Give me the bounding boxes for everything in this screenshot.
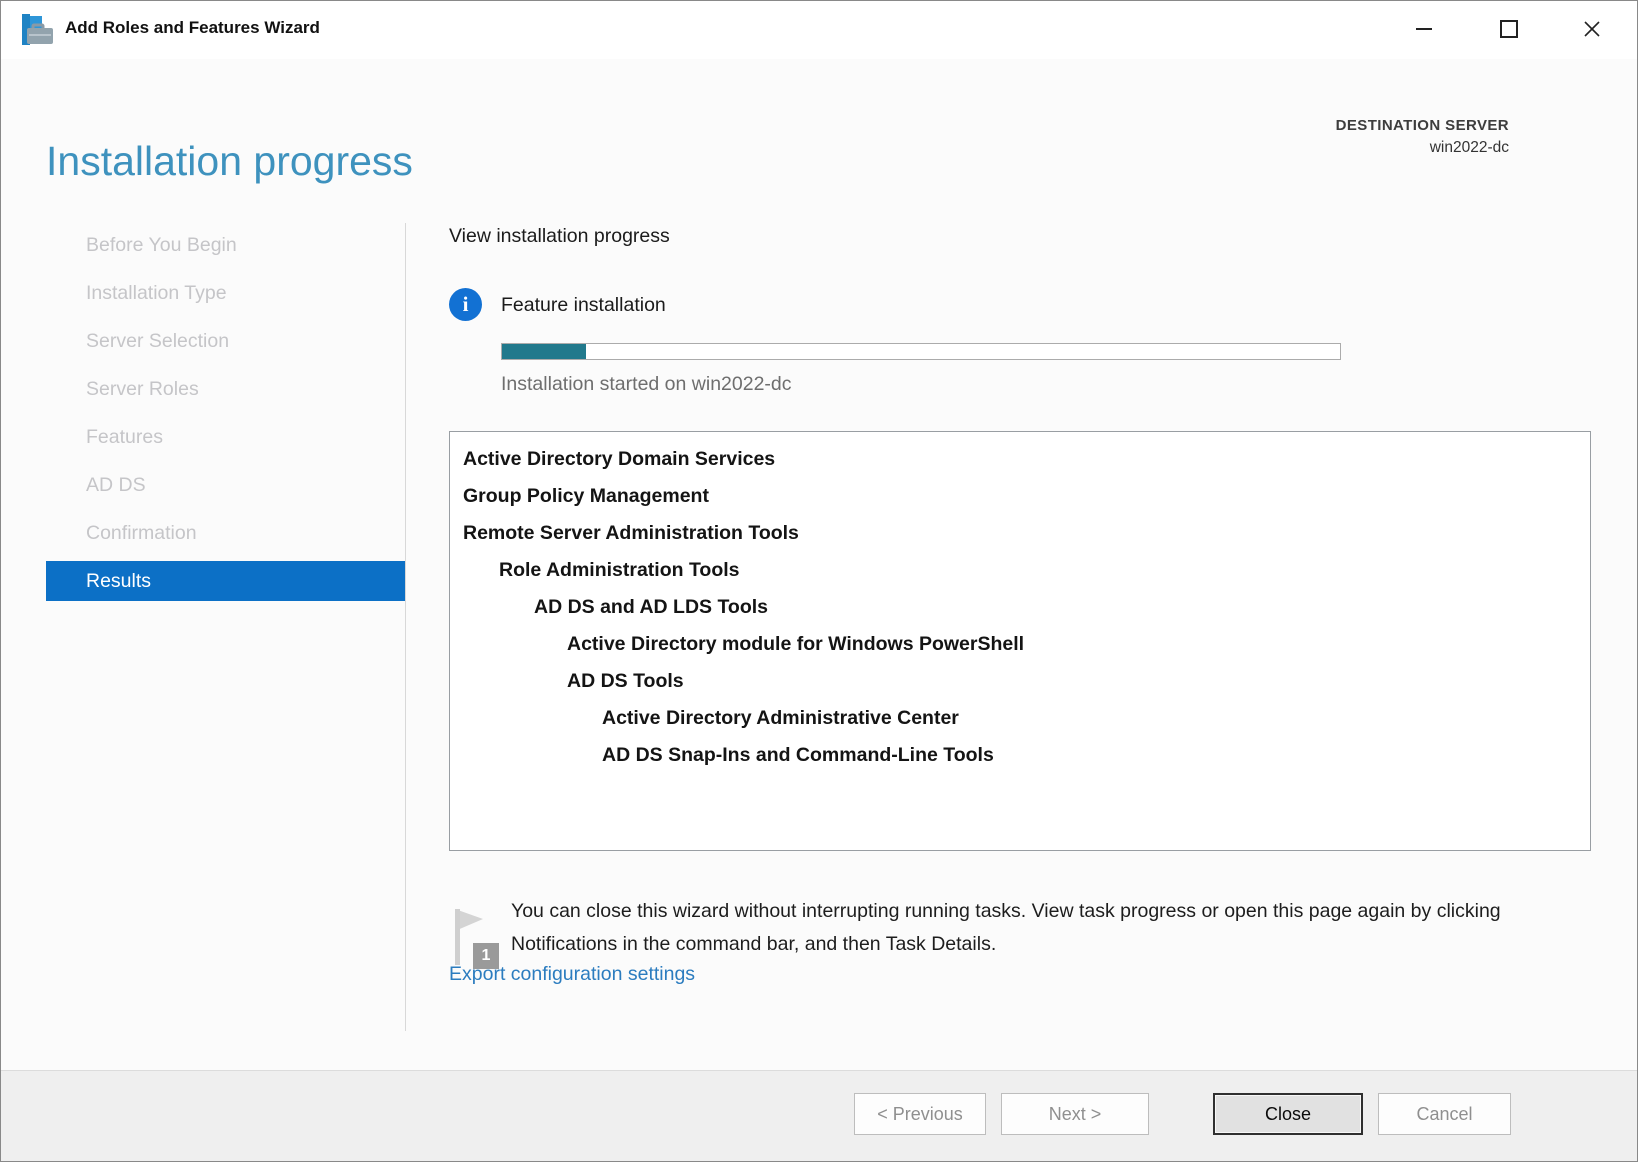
status-detail: Installation started on win2022-dc xyxy=(501,373,792,395)
destination-server-label: DESTINATION SERVER xyxy=(1335,117,1509,134)
close-icon xyxy=(1584,21,1600,37)
titlebar[interactable]: Add Roles and Features Wizard xyxy=(1,1,1637,59)
next-button[interactable]: Next > xyxy=(1001,1093,1149,1135)
minimize-icon xyxy=(1416,28,1432,30)
window-title: Add Roles and Features Wizard xyxy=(65,18,320,37)
export-configuration-link[interactable]: Export configuration settings xyxy=(449,963,695,986)
note-text: You can close this wizard without interr… xyxy=(511,899,1501,955)
list-item: Active Directory Administrative Center xyxy=(602,707,959,729)
installation-progress-bar xyxy=(501,343,1341,360)
sidebar-item-before-you-begin[interactable]: Before You Begin xyxy=(46,225,405,265)
roles-features-wizard-icon xyxy=(19,13,55,47)
close-window-button[interactable] xyxy=(1569,9,1615,49)
list-item: AD DS Snap-Ins and Command-Line Tools xyxy=(602,744,994,766)
info-circle-icon: i xyxy=(449,288,482,321)
sidebar-item-server-roles[interactable]: Server Roles xyxy=(46,369,405,409)
progress-bar-fill xyxy=(502,344,586,359)
wizard-window: Add Roles and Features Wizard Installati… xyxy=(0,0,1638,1162)
section-title: View installation progress xyxy=(449,225,670,247)
destination-server-block: DESTINATION SERVER win2022-dc xyxy=(1336,117,1509,157)
wizard-steps-sidebar: Before You Begin Installation Type Serve… xyxy=(46,225,405,609)
page-title: Installation progress xyxy=(46,138,413,185)
cancel-button[interactable]: Cancel xyxy=(1378,1093,1511,1135)
list-item: Group Policy Management xyxy=(463,485,709,507)
list-item: AD DS and AD LDS Tools xyxy=(534,596,768,618)
previous-button[interactable]: < Previous xyxy=(854,1093,986,1135)
destination-server-name: win2022-dc xyxy=(1429,139,1509,156)
sidebar-divider xyxy=(405,223,406,1031)
list-item: AD DS Tools xyxy=(567,670,684,692)
footer-bar: < Previous Next > Close Cancel xyxy=(1,1070,1637,1161)
list-item: Role Administration Tools xyxy=(499,559,740,581)
minimize-button[interactable] xyxy=(1401,9,1447,49)
list-item: Active Directory Domain Services xyxy=(463,448,776,470)
sidebar-item-features[interactable]: Features xyxy=(46,417,405,457)
sidebar-item-installation-type[interactable]: Installation Type xyxy=(46,273,405,313)
installed-features-list[interactable]: Active Directory Domain Services Group P… xyxy=(449,431,1591,851)
close-button[interactable]: Close xyxy=(1213,1093,1363,1135)
sidebar-item-ad-ds[interactable]: AD DS xyxy=(46,465,405,505)
list-item: Active Directory module for Windows Powe… xyxy=(567,633,1025,655)
sidebar-item-server-selection[interactable]: Server Selection xyxy=(46,321,405,361)
sidebar-item-confirmation[interactable]: Confirmation xyxy=(46,513,405,553)
maximize-button[interactable] xyxy=(1486,9,1532,49)
maximize-icon xyxy=(1500,20,1518,38)
sidebar-item-results[interactable]: Results xyxy=(46,561,405,601)
list-item: Remote Server Administration Tools xyxy=(463,522,799,544)
status-title: Feature installation xyxy=(501,294,666,316)
